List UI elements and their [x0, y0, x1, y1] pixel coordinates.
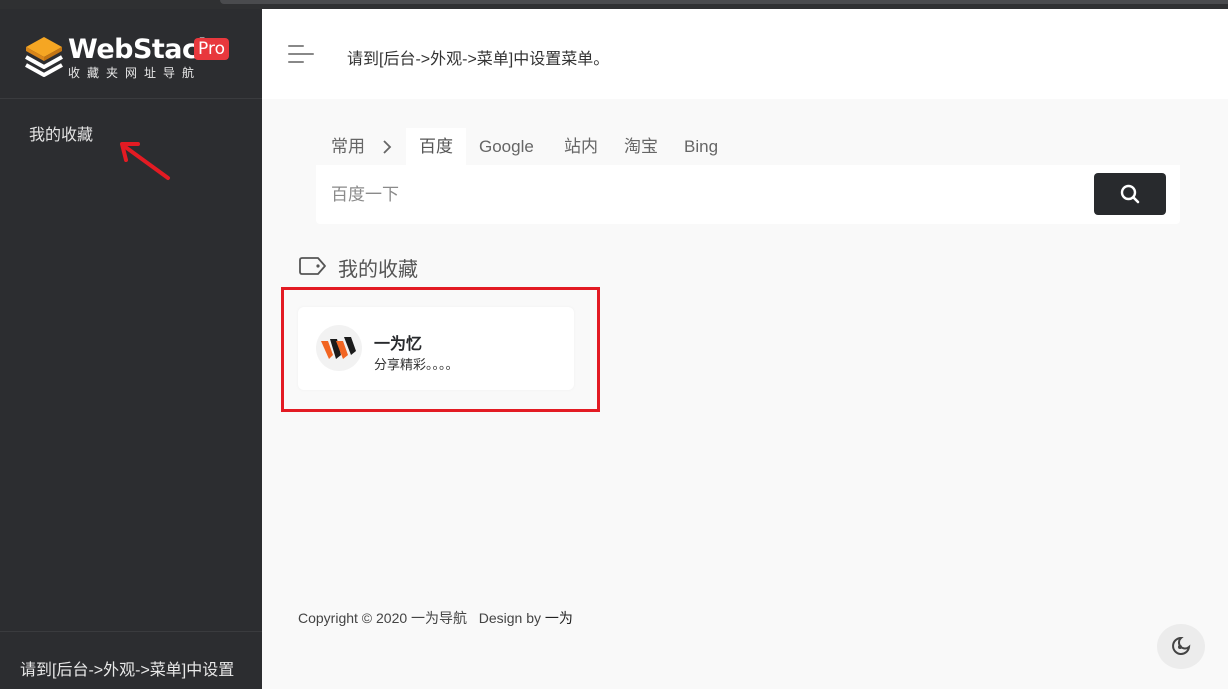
search-tab-baidu[interactable]: 百度	[406, 128, 466, 165]
logo-name: WebStack	[68, 34, 216, 65]
designer-link[interactable]: 一为	[545, 610, 573, 626]
tag-icon	[299, 257, 326, 275]
search-tab-site[interactable]: 站内	[564, 128, 598, 165]
header: 请到[后台->外观->菜单]中设置菜单。	[262, 9, 1228, 99]
search-input[interactable]	[316, 165, 1076, 224]
logo-subtitle: 收藏夹网址导航	[68, 66, 202, 80]
search-tab-bing[interactable]: Bing	[684, 128, 718, 165]
sidebar-footer: 请到[后台->外观->菜单]中设置	[0, 631, 262, 689]
sidebar-item-my-favorites[interactable]: 我的收藏	[29, 121, 93, 145]
card-title: 一为忆	[374, 336, 423, 353]
logo-layers-icon	[25, 37, 63, 77]
sidebar: WebStack Pro 收藏夹网址导航 我的收藏 请到[后台->外观->菜单]…	[0, 9, 262, 689]
design-by-label: Design by	[478, 610, 541, 626]
search-box	[316, 165, 1180, 224]
copyright: Copyright © 2020 一为导航 Design by 一为	[298, 608, 573, 628]
logo[interactable]: WebStack Pro 收藏夹网址导航	[0, 9, 262, 99]
copyright-text: Copyright © 2020 一为导航	[298, 610, 468, 626]
avatar-logo-icon	[321, 337, 356, 359]
avatar	[316, 325, 362, 371]
search-tab-taobao[interactable]: 淘宝	[624, 128, 658, 165]
search-group-label[interactable]: 常用	[331, 128, 365, 165]
logo-pro-badge: Pro	[194, 38, 229, 60]
header-title: 请到[后台->外观->菜单]中设置菜单。	[347, 51, 610, 68]
moon-icon	[1172, 636, 1191, 655]
section-title-text: 我的收藏	[338, 259, 418, 281]
arrow-annotation-icon	[120, 142, 170, 180]
card-description: 分享精彩。。。。	[374, 357, 459, 372]
site-card[interactable]: 一为忆 分享精彩。。。。	[298, 307, 574, 390]
search-tab-google[interactable]: Google	[479, 128, 534, 165]
menu-icon[interactable]	[288, 43, 314, 65]
dark-mode-toggle[interactable]	[1157, 624, 1205, 669]
sidebar-footer-text: 请到[后台->外观->菜单]中设置	[20, 662, 235, 679]
browser-top-strip	[0, 0, 1228, 9]
search-button[interactable]	[1094, 173, 1166, 215]
search-icon	[1120, 184, 1140, 204]
chevron-right-icon	[383, 140, 392, 154]
